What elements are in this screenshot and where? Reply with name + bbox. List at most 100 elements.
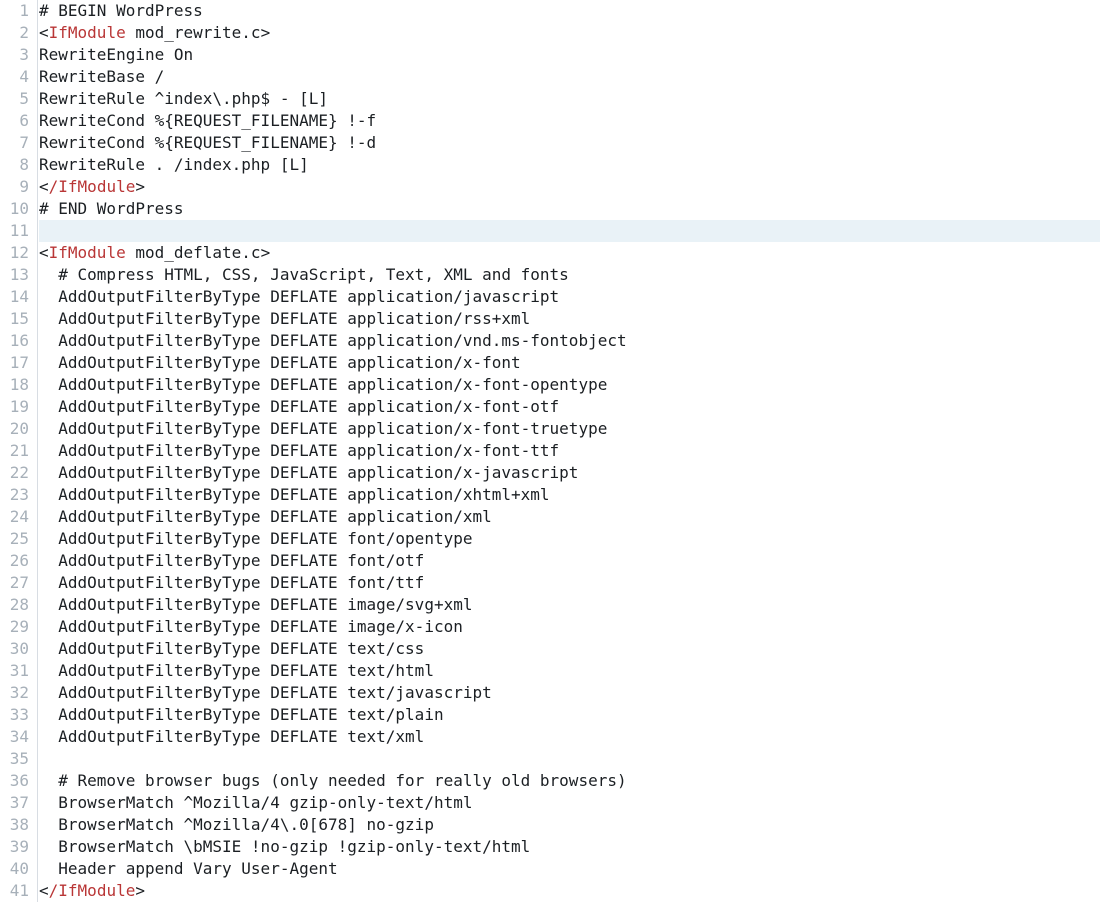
code-token: RewriteRule ^index\.php$ - [L] — [39, 89, 328, 108]
code-line[interactable]: AddOutputFilterByType DEFLATE applicatio… — [39, 396, 1100, 418]
code-line[interactable]: RewriteRule ^index\.php$ - [L] — [39, 88, 1100, 110]
code-line[interactable]: AddOutputFilterByType DEFLATE text/css — [39, 638, 1100, 660]
code-token: AddOutputFilterByType DEFLATE font/opent… — [39, 529, 472, 548]
code-line[interactable]: </IfModule> — [39, 176, 1100, 198]
line-number: 26 — [0, 550, 37, 572]
code-line[interactable]: AddOutputFilterByType DEFLATE applicatio… — [39, 506, 1100, 528]
code-token: BrowserMatch ^Mozilla/4\.0[678] no-gzip — [39, 815, 434, 834]
code-token: AddOutputFilterByType DEFLATE applicatio… — [39, 507, 492, 526]
code-token: < — [39, 23, 49, 42]
code-token: # Compress HTML, CSS, JavaScript, Text, … — [39, 265, 569, 284]
code-token: AddOutputFilterByType DEFLATE applicatio… — [39, 463, 578, 482]
code-token: AddOutputFilterByType DEFLATE applicatio… — [39, 287, 559, 306]
code-token: RewriteCond %{REQUEST_FILENAME} !-d — [39, 133, 376, 152]
line-number: 1 — [0, 0, 37, 22]
code-token: AddOutputFilterByType DEFLATE applicatio… — [39, 309, 530, 328]
line-number: 7 — [0, 132, 37, 154]
line-number: 31 — [0, 660, 37, 682]
code-line[interactable]: AddOutputFilterByType DEFLATE applicatio… — [39, 484, 1100, 506]
code-token: > — [261, 23, 271, 42]
code-token: IfModule — [58, 177, 135, 196]
code-line[interactable]: AddOutputFilterByType DEFLATE font/opent… — [39, 528, 1100, 550]
line-number: 4 — [0, 66, 37, 88]
line-number: 21 — [0, 440, 37, 462]
line-number: 38 — [0, 814, 37, 836]
code-line[interactable]: AddOutputFilterByType DEFLATE image/x-ic… — [39, 616, 1100, 638]
code-token: BrowserMatch \bMSIE !no-gzip !gzip-only-… — [39, 837, 530, 856]
code-line[interactable] — [39, 748, 1100, 770]
code-line[interactable]: AddOutputFilterByType DEFLATE text/plain — [39, 704, 1100, 726]
code-line[interactable]: # BEGIN WordPress — [39, 0, 1100, 22]
code-token: AddOutputFilterByType DEFLATE applicatio… — [39, 397, 559, 416]
line-number: 33 — [0, 704, 37, 726]
code-token: AddOutputFilterByType DEFLATE applicatio… — [39, 353, 521, 372]
code-line[interactable]: AddOutputFilterByType DEFLATE image/svg+… — [39, 594, 1100, 616]
line-number: 8 — [0, 154, 37, 176]
code-line[interactable]: Header append Vary User-Agent — [39, 858, 1100, 880]
code-line[interactable]: <IfModule mod_rewrite.c> — [39, 22, 1100, 44]
code-line[interactable]: AddOutputFilterByType DEFLATE applicatio… — [39, 308, 1100, 330]
line-number: 25 — [0, 528, 37, 550]
line-number: 35 — [0, 748, 37, 770]
line-number: 10 — [0, 198, 37, 220]
code-token: > — [135, 177, 145, 196]
code-token: IfModule — [49, 243, 126, 262]
line-number: 27 — [0, 572, 37, 594]
line-number: 40 — [0, 858, 37, 880]
code-line[interactable]: # Remove browser bugs (only needed for r… — [39, 770, 1100, 792]
line-number: 29 — [0, 616, 37, 638]
code-area[interactable]: # BEGIN WordPress<IfModule mod_rewrite.c… — [37, 0, 1100, 902]
code-token: AddOutputFilterByType DEFLATE applicatio… — [39, 331, 627, 350]
code-line[interactable]: RewriteCond %{REQUEST_FILENAME} !-f — [39, 110, 1100, 132]
code-line[interactable]: AddOutputFilterByType DEFLATE applicatio… — [39, 330, 1100, 352]
code-editor[interactable]: 1234567891011121314151617181920212223242… — [0, 0, 1100, 902]
code-line[interactable]: # Compress HTML, CSS, JavaScript, Text, … — [39, 264, 1100, 286]
line-number: 39 — [0, 836, 37, 858]
code-line[interactable]: AddOutputFilterByType DEFLATE applicatio… — [39, 374, 1100, 396]
line-number: 34 — [0, 726, 37, 748]
line-number: 24 — [0, 506, 37, 528]
code-token: RewriteCond %{REQUEST_FILENAME} !-f — [39, 111, 376, 130]
code-line[interactable]: <IfModule mod_deflate.c> — [39, 242, 1100, 264]
line-number: 16 — [0, 330, 37, 352]
code-token: AddOutputFilterByType DEFLATE font/otf — [39, 551, 424, 570]
line-number: 6 — [0, 110, 37, 132]
code-line[interactable]: RewriteRule . /index.php [L] — [39, 154, 1100, 176]
line-number: 28 — [0, 594, 37, 616]
code-line[interactable]: RewriteEngine On — [39, 44, 1100, 66]
line-number: 20 — [0, 418, 37, 440]
code-line[interactable]: </IfModule> — [39, 880, 1100, 902]
code-token: AddOutputFilterByType DEFLATE image/x-ic… — [39, 617, 463, 636]
line-number: 36 — [0, 770, 37, 792]
code-line[interactable]: RewriteBase / — [39, 66, 1100, 88]
code-line[interactable]: AddOutputFilterByType DEFLATE applicatio… — [39, 462, 1100, 484]
code-line[interactable]: AddOutputFilterByType DEFLATE applicatio… — [39, 418, 1100, 440]
code-token: AddOutputFilterByType DEFLATE applicatio… — [39, 485, 550, 504]
code-token: AddOutputFilterByType DEFLATE font/ttf — [39, 573, 424, 592]
code-line[interactable]: # END WordPress — [39, 198, 1100, 220]
code-token: / — [49, 177, 59, 196]
code-token: > — [135, 881, 145, 900]
code-line[interactable]: AddOutputFilterByType DEFLATE applicatio… — [39, 352, 1100, 374]
code-line[interactable]: BrowserMatch ^Mozilla/4\.0[678] no-gzip — [39, 814, 1100, 836]
code-line[interactable]: AddOutputFilterByType DEFLATE font/otf — [39, 550, 1100, 572]
line-number: 13 — [0, 264, 37, 286]
line-number: 9 — [0, 176, 37, 198]
code-line[interactable]: AddOutputFilterByType DEFLATE text/xml — [39, 726, 1100, 748]
code-token: # Remove browser bugs (only needed for r… — [39, 771, 627, 790]
code-line[interactable]: AddOutputFilterByType DEFLATE applicatio… — [39, 286, 1100, 308]
line-number: 23 — [0, 484, 37, 506]
code-token: RewriteEngine On — [39, 45, 193, 64]
code-line[interactable]: BrowserMatch \bMSIE !no-gzip !gzip-only-… — [39, 836, 1100, 858]
code-line[interactable] — [39, 220, 1100, 242]
code-line[interactable]: AddOutputFilterByType DEFLATE text/html — [39, 660, 1100, 682]
code-line[interactable]: AddOutputFilterByType DEFLATE text/javas… — [39, 682, 1100, 704]
code-token: < — [39, 177, 49, 196]
code-line[interactable]: AddOutputFilterByType DEFLATE font/ttf — [39, 572, 1100, 594]
code-token: AddOutputFilterByType DEFLATE applicatio… — [39, 441, 559, 460]
code-line[interactable]: BrowserMatch ^Mozilla/4 gzip-only-text/h… — [39, 792, 1100, 814]
line-number: 3 — [0, 44, 37, 66]
code-line[interactable]: AddOutputFilterByType DEFLATE applicatio… — [39, 440, 1100, 462]
code-token: / — [49, 881, 59, 900]
code-line[interactable]: RewriteCond %{REQUEST_FILENAME} !-d — [39, 132, 1100, 154]
